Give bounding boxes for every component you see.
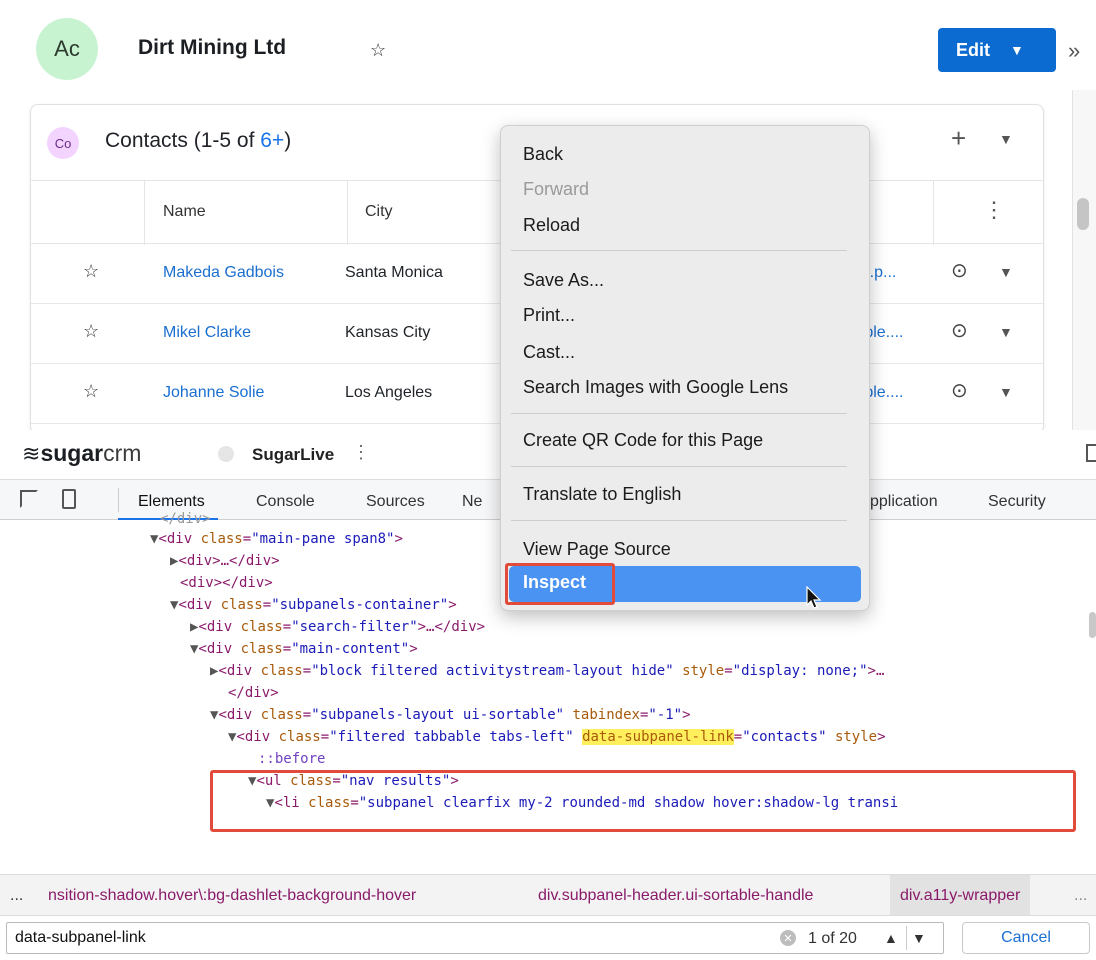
page-scrollbar[interactable] — [1072, 90, 1096, 430]
contact-name-link[interactable]: Mikel Clarke — [163, 324, 251, 342]
column-divider[interactable] — [144, 181, 145, 245]
title-suffix: ) — [284, 129, 292, 152]
row-actions-chevron-icon[interactable]: ▼ — [999, 384, 1013, 400]
add-icon[interactable]: + — [951, 123, 966, 154]
dom-line[interactable]: </div> — [228, 682, 279, 704]
mouse-pointer-icon — [806, 586, 822, 609]
dom-line[interactable]: ▶<div>…</div> — [170, 550, 280, 572]
contact-city: Los Angeles — [345, 384, 433, 401]
title-prefix: Contacts (1-5 of — [105, 129, 261, 152]
contacts-subpanel-title[interactable]: Contacts (1-5 of 6+) — [105, 129, 291, 153]
dom-line[interactable]: <div></div> — [180, 572, 273, 594]
star-icon[interactable]: ☆ — [83, 261, 99, 282]
dom-line[interactable]: ▶<div class="block filtered activitystre… — [210, 660, 884, 682]
menu-item-forward: Forward — [523, 179, 590, 199]
previous-match-icon[interactable]: ▲ — [884, 930, 898, 946]
record-avatar: Ac — [36, 18, 98, 80]
sugarlive-button[interactable]: SugarLive — [252, 445, 334, 465]
title-count[interactable]: 6+ — [260, 129, 284, 152]
next-match-icon[interactable]: ▼ — [912, 930, 926, 946]
contact-city: Kansas City — [345, 324, 431, 341]
dom-breadcrumb: ... nsition-shadow.hover\:bg-dashlet-bac… — [0, 874, 1096, 916]
breadcrumb-item-selected[interactable]: div.a11y-wrapper — [890, 875, 1031, 915]
menu-item-print[interactable]: Print... — [523, 305, 575, 326]
dom-line[interactable]: ▼<div class="main-content"> — [190, 638, 418, 660]
breadcrumb-item[interactable]: div.subpanel-header.ui-sortable-handle — [538, 887, 813, 905]
menu-separator — [511, 466, 847, 467]
preview-eye-icon[interactable]: ⊙ — [951, 258, 968, 283]
logo-sugar-text: sugar — [40, 440, 104, 466]
sugar-cube-icon: ≋ — [22, 441, 41, 466]
double-chevron-right-icon[interactable]: » — [1068, 38, 1080, 64]
record-title: Dirt Mining Ltd — [138, 36, 287, 59]
cancel-search-button[interactable]: Cancel — [962, 922, 1090, 954]
tab-network[interactable]: Ne — [462, 493, 482, 511]
dom-line[interactable]: ▼<div class="main-pane span8"> — [150, 528, 403, 550]
column-divider[interactable] — [933, 181, 934, 245]
dom-line[interactable]: ▼<div class="subpanels-container"> — [170, 594, 457, 616]
row-actions-chevron-icon[interactable]: ▼ — [999, 324, 1013, 340]
preview-eye-icon[interactable]: ⊙ — [951, 378, 968, 403]
menu-item-back[interactable]: Back — [523, 144, 563, 165]
context-menu: Back Forward Reload Save As... Print... … — [500, 125, 870, 611]
clear-search-icon[interactable]: ✕ — [780, 930, 796, 946]
menu-item-search-images-lens[interactable]: Search Images with Google Lens — [523, 377, 788, 398]
star-icon[interactable]: ☆ — [83, 321, 99, 342]
search-divider — [906, 926, 907, 950]
search-input[interactable] — [6, 922, 944, 954]
star-icon[interactable]: ☆ — [83, 381, 99, 402]
menu-separator — [511, 520, 847, 521]
breadcrumb-overflow-right[interactable]: ... — [1074, 887, 1087, 905]
contact-city: Santa Monica — [345, 264, 443, 281]
column-header-city[interactable]: City — [365, 203, 393, 221]
row-actions-chevron-icon[interactable]: ▼ — [999, 264, 1013, 280]
breadcrumb-overflow-left[interactable]: ... — [10, 887, 23, 905]
menu-separator — [511, 413, 847, 414]
contact-name-link[interactable]: Makeda Gadbois — [163, 264, 284, 282]
logo-crm-text: crm — [103, 440, 142, 466]
contact-name-link[interactable]: Johanne Solie — [163, 384, 264, 402]
highlight-annotation-box — [210, 770, 1076, 832]
column-divider[interactable] — [347, 181, 348, 245]
edit-button[interactable]: Edit ▼ — [938, 28, 1056, 72]
menu-item-create-qr[interactable]: Create QR Code for this Page — [523, 430, 763, 451]
breadcrumb-item[interactable]: nsition-shadow.hover\:bg-dashlet-backgro… — [48, 887, 416, 905]
dom-tree-scrollbar-thumb[interactable] — [1089, 612, 1096, 638]
dom-line-selected[interactable]: ▼<div class="filtered tabbable tabs-left… — [228, 726, 886, 748]
dom-line[interactable]: ▼<div class="subpanels-layout ui-sortabl… — [210, 704, 691, 726]
column-header-name[interactable]: Name — [163, 203, 206, 221]
favorite-star-icon[interactable]: ☆ — [370, 40, 386, 61]
sugarcrm-logo[interactable]: ≋sugarcrm — [22, 440, 141, 467]
chevron-down-icon[interactable]: ▼ — [1010, 42, 1024, 58]
preview-eye-icon[interactable]: ⊙ — [951, 318, 968, 343]
tab-application[interactable]: pplication — [870, 493, 938, 511]
menu-item-save-as[interactable]: Save As... — [523, 270, 604, 291]
toolbar-divider — [118, 488, 119, 512]
sugarlive-kebab-icon[interactable]: ⋮ — [352, 442, 370, 463]
tab-sources[interactable]: Sources — [366, 493, 425, 511]
menu-item-view-source[interactable]: View Page Source — [523, 539, 671, 560]
dom-line[interactable]: ▶<div class="search-filter">…</div> — [190, 616, 485, 638]
inspect-annotation-box — [505, 563, 615, 605]
devtools-search-bar: ✕ 1 of 20 ▲ ▼ Cancel — [0, 916, 1096, 960]
tab-console[interactable]: Console — [256, 493, 315, 511]
tab-security[interactable]: Security — [988, 493, 1046, 511]
menu-item-cast[interactable]: Cast... — [523, 342, 575, 363]
menu-separator — [511, 250, 847, 251]
device-toolbar-icon[interactable] — [62, 489, 76, 509]
page-scrollbar-thumb[interactable] — [1077, 198, 1089, 230]
menu-item-reload[interactable]: Reload — [523, 215, 580, 236]
menu-item-translate[interactable]: Translate to English — [523, 484, 681, 505]
contacts-module-badge: Co — [47, 127, 79, 159]
dom-line[interactable]: ::before — [258, 748, 325, 770]
edit-button-label: Edit — [956, 39, 990, 60]
column-options-kebab-icon[interactable]: ⋮ — [983, 197, 1005, 223]
select-element-icon[interactable] — [20, 490, 38, 508]
dock-side-icon[interactable] — [1086, 444, 1096, 462]
search-match-count: 1 of 20 — [808, 930, 857, 947]
sugarlive-status-icon — [218, 446, 234, 462]
dom-line[interactable]: </div> — [160, 508, 211, 530]
chevron-down-icon[interactable]: ▼ — [999, 131, 1013, 147]
